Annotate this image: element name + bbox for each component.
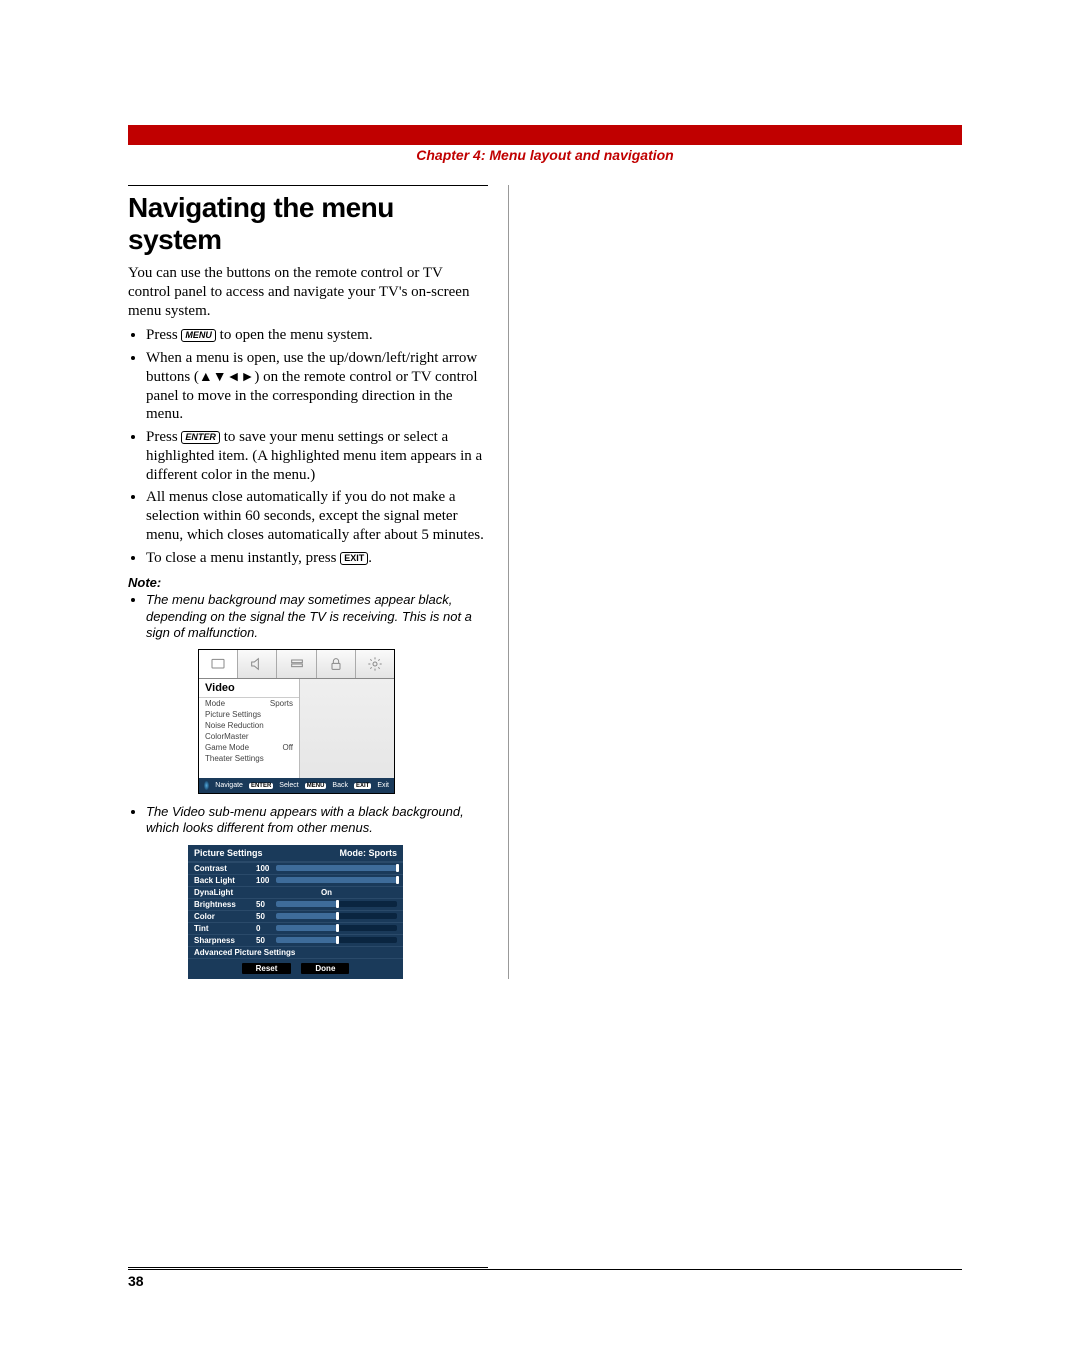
picture-settings-screenshot: Picture Settings Mode: Sports Contrast10… bbox=[188, 845, 403, 979]
header-red-bar bbox=[128, 125, 962, 145]
menu-row: Theater Settings bbox=[199, 753, 299, 764]
menu-row: Picture Settings bbox=[199, 709, 299, 720]
instruction-item: To close a menu instantly, press EXIT. bbox=[146, 549, 488, 568]
slider-row: Back Light100 bbox=[188, 874, 403, 886]
exit-keycap-icon: EXIT bbox=[340, 552, 368, 565]
slider-row: Brightness50 bbox=[188, 898, 403, 910]
tab-setup-icon bbox=[356, 650, 394, 678]
instruction-item: Press ENTER to save your menu settings o… bbox=[146, 428, 488, 484]
tab-video-icon bbox=[199, 650, 238, 678]
navigate-icon bbox=[204, 781, 209, 790]
menu-row: ColorMaster bbox=[199, 731, 299, 742]
picture-settings-mode: Mode: Sports bbox=[340, 848, 398, 858]
tab-audio-icon bbox=[238, 650, 277, 678]
tab-applications-icon bbox=[277, 650, 316, 678]
slider-row: Sharpness50 bbox=[188, 934, 403, 946]
picture-settings-title: Picture Settings bbox=[194, 848, 263, 858]
menu-row: Game ModeOff bbox=[199, 742, 299, 753]
menu-keycap-icon: MENU bbox=[181, 329, 216, 342]
slider-row: Tint0 bbox=[188, 922, 403, 934]
slider-row: Color50 bbox=[188, 910, 403, 922]
slider-row: Advanced Picture Settings bbox=[188, 946, 403, 958]
video-menu-screenshot: Video ModeSports Picture Settings Noise … bbox=[198, 649, 395, 794]
menu-section-title: Video bbox=[199, 679, 299, 698]
page-number: 38 bbox=[128, 1267, 488, 1289]
chapter-title: Chapter 4: Menu layout and navigation bbox=[128, 147, 962, 163]
arrow-buttons-icon: ▲▼◄► bbox=[199, 368, 254, 384]
menu-row: ModeSports bbox=[199, 698, 299, 709]
instructions-list: Press MENU to open the menu system. When… bbox=[128, 326, 488, 567]
instruction-item: All menus close automatically if you do … bbox=[146, 488, 488, 544]
note-list: The menu background may sometimes appear… bbox=[128, 592, 488, 641]
menu-row: Noise Reduction bbox=[199, 720, 299, 731]
note-list: The Video sub-menu appears with a black … bbox=[128, 804, 488, 837]
tab-lock-icon bbox=[317, 650, 356, 678]
note-item: The Video sub-menu appears with a black … bbox=[146, 804, 488, 837]
enter-keycap-icon: ENTER bbox=[181, 431, 220, 444]
slider-row: DynaLightOn bbox=[188, 886, 403, 898]
instruction-item: When a menu is open, use the up/down/lef… bbox=[146, 349, 488, 424]
left-column: Navigating the menu system You can use t… bbox=[128, 185, 509, 979]
done-button: Done bbox=[301, 963, 349, 974]
instruction-item: Press MENU to open the menu system. bbox=[146, 326, 488, 345]
menu-footer-hints: Navigate ENTERSelect MENUBack EXITExit bbox=[199, 778, 394, 793]
intro-paragraph: You can use the buttons on the remote co… bbox=[128, 264, 488, 320]
right-column bbox=[509, 185, 962, 979]
page-heading: Navigating the menu system bbox=[128, 185, 488, 256]
reset-button: Reset bbox=[242, 963, 292, 974]
note-heading: Note: bbox=[128, 575, 488, 590]
slider-row: Contrast100 bbox=[188, 862, 403, 874]
note-item: The menu background may sometimes appear… bbox=[146, 592, 488, 641]
